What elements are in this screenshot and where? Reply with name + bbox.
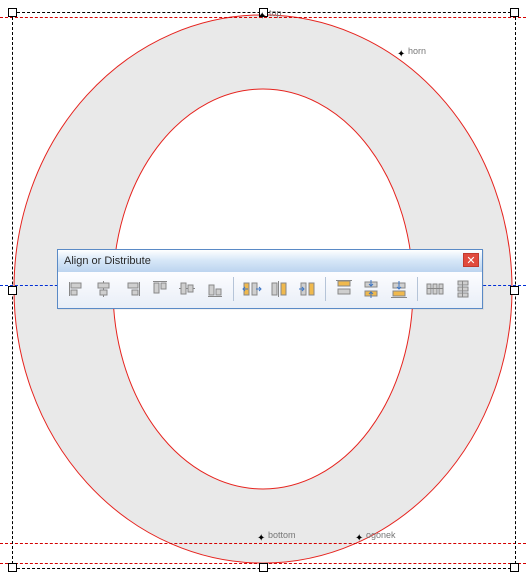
dist-v-top-button[interactable] xyxy=(331,276,357,302)
anchor-label: top xyxy=(269,8,282,18)
align-bottom-button[interactable] xyxy=(202,276,228,302)
align-right-icon xyxy=(122,279,142,299)
selection-handle[interactable] xyxy=(8,563,17,572)
align-center-v-button[interactable] xyxy=(175,276,201,302)
selection-handle[interactable] xyxy=(510,8,519,17)
align-top-button[interactable] xyxy=(147,276,173,302)
window-title: Align or Distribute xyxy=(64,255,151,267)
align-top-icon xyxy=(150,279,170,299)
anchor-label: bottom xyxy=(268,530,296,540)
align-center-h-icon xyxy=(94,279,114,299)
toolbar-body xyxy=(58,272,482,308)
align-center-v-icon xyxy=(177,279,197,299)
dist-v-bottom-icon xyxy=(389,279,409,299)
align-bottom-icon xyxy=(205,279,225,299)
toolbar-separator xyxy=(325,277,326,301)
dist-h-right-icon xyxy=(297,279,317,299)
space-v-icon xyxy=(453,279,473,299)
align-distribute-window[interactable]: Align or Distribute ✕ xyxy=(57,249,483,309)
close-button[interactable]: ✕ xyxy=(463,253,479,267)
space-v-button[interactable] xyxy=(450,276,476,302)
anchor-label: ogonek xyxy=(366,530,396,540)
space-h-button[interactable] xyxy=(423,276,449,302)
selection-handle[interactable] xyxy=(510,563,519,572)
align-center-h-button[interactable] xyxy=(92,276,118,302)
window-titlebar[interactable]: Align or Distribute ✕ xyxy=(58,250,482,272)
anchor-point[interactable]: ✦ xyxy=(355,534,363,544)
dist-h-left-button[interactable] xyxy=(239,276,265,302)
dist-h-left-icon xyxy=(242,279,262,299)
dist-h-center-icon xyxy=(269,279,289,299)
anchor-label: horn xyxy=(408,46,426,56)
selection-handle[interactable] xyxy=(8,8,17,17)
toolbar-separator xyxy=(233,277,234,301)
selection-handle[interactable] xyxy=(8,286,17,295)
dist-v-top-icon xyxy=(334,279,354,299)
dist-h-right-button[interactable] xyxy=(294,276,320,302)
dist-v-center-icon xyxy=(361,279,381,299)
space-h-icon xyxy=(425,279,445,299)
anchor-point[interactable]: ✦ xyxy=(258,12,266,22)
anchor-point[interactable]: ✦ xyxy=(257,534,265,544)
anchor-point[interactable]: ✦ xyxy=(397,50,405,60)
dist-h-center-button[interactable] xyxy=(266,276,292,302)
dist-v-bottom-button[interactable] xyxy=(386,276,412,302)
selection-handle[interactable] xyxy=(259,563,268,572)
toolbar-separator xyxy=(417,277,418,301)
align-right-button[interactable] xyxy=(119,276,145,302)
align-left-button[interactable] xyxy=(64,276,90,302)
dist-v-center-button[interactable] xyxy=(358,276,384,302)
selection-handle[interactable] xyxy=(510,286,519,295)
align-left-icon xyxy=(67,279,87,299)
